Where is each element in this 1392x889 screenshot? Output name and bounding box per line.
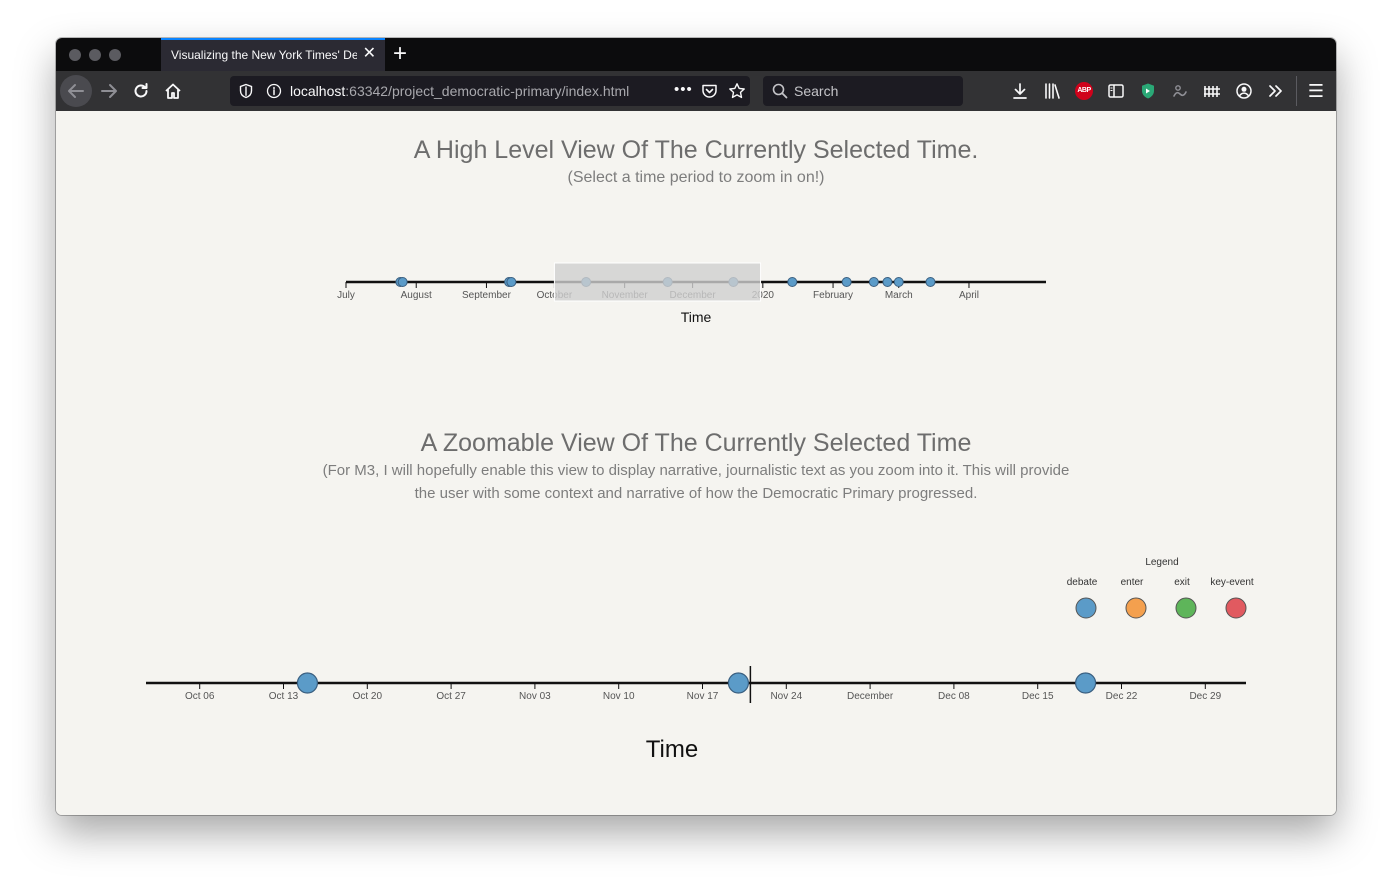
overview-tick-label: August	[401, 290, 432, 301]
legend: Legend debate enter exit key-event	[1067, 557, 1254, 619]
overview-event-point	[506, 277, 517, 287]
search-icon	[772, 83, 788, 99]
page-actions-button[interactable]: •••	[674, 81, 693, 98]
legend-item-swatch	[1125, 597, 1147, 619]
url-path: :63342/project_democratic-primary/index.…	[345, 83, 630, 99]
zoom-tick-label: Nov 17	[687, 691, 719, 702]
zoom-tick-label: Oct 27	[436, 691, 466, 702]
overview-event-point	[868, 277, 879, 287]
overview-event-point	[787, 277, 798, 287]
pocket-icon[interactable]	[701, 83, 718, 99]
new-tab-button[interactable]: +	[393, 41, 407, 67]
adblock-plus-icon[interactable]: ABP	[1075, 82, 1093, 100]
overview-tick-label: March	[885, 290, 913, 301]
url-host: localhost	[290, 83, 346, 99]
overview-event-point	[893, 277, 904, 287]
reload-icon	[134, 83, 148, 98]
zoom-title: A Zoomable View Of The Currently Selecte…	[420, 429, 972, 457]
zoom-tick-label: December	[847, 691, 894, 702]
legend-item-swatch	[1075, 597, 1097, 619]
zoom-event-point[interactable]	[296, 672, 319, 694]
navigation-toolbar: localhost:63342/project_democratic-prima…	[56, 71, 1336, 111]
library-icon[interactable]	[1043, 82, 1061, 100]
home-button[interactable]	[163, 81, 183, 101]
zoom-tick-label: Oct 13	[269, 691, 299, 702]
zoom-window-button[interactable]	[109, 49, 121, 61]
legend-item-swatch	[1225, 597, 1247, 619]
active-tab[interactable]: Visualizing the New York Times' Democrat…	[161, 38, 385, 71]
zoom-tick-label: Nov 03	[519, 691, 551, 702]
tracker-blocker-icon[interactable]	[1203, 82, 1221, 100]
url-text[interactable]: localhost:63342/project_democratic-prima…	[290, 83, 660, 99]
legend-item-label: key-event	[1210, 577, 1254, 588]
overview-tick-label: April	[959, 290, 979, 301]
forward-arrow-icon	[101, 84, 117, 98]
close-window-button[interactable]	[69, 49, 81, 61]
overview-subtitle: (Select a time period to zoom in on!)	[567, 169, 825, 186]
overview-x-axis-label: Time	[681, 309, 712, 325]
tab-title: Visualizing the New York Times' Democrat…	[171, 48, 357, 62]
overview-timeline-chart[interactable]: JulyAugustSeptemberOctoberNovemberDecemb…	[56, 251, 1336, 331]
zoom-tick-label: Oct 06	[185, 691, 215, 702]
back-arrow-icon	[68, 84, 84, 98]
zoom-event-point[interactable]	[1074, 672, 1097, 694]
back-button[interactable]	[60, 75, 92, 107]
zoom-event-point[interactable]	[727, 672, 750, 694]
url-bar[interactable]: localhost:63342/project_democratic-prima…	[230, 76, 750, 106]
privacy-badger-icon[interactable]	[1139, 82, 1157, 100]
zoom-tick-label: Nov 10	[603, 691, 635, 702]
overview-tick-label: July	[337, 290, 355, 301]
extension-icon[interactable]	[1171, 82, 1189, 100]
zoom-timeline-chart[interactable]: Oct 06 Oct 13 Oct 20 Oct 27 Nov 03 Nov 10 Nov …	[56, 666, 1336, 786]
account-icon[interactable]	[1235, 82, 1253, 100]
menu-button[interactable]: ☰	[1306, 81, 1326, 101]
overview-title: A High Level View Of The Currently Selec…	[413, 136, 979, 164]
site-info-icon[interactable]	[266, 83, 282, 99]
page-content: A High Level View Of The Currently Selec…	[56, 111, 1336, 815]
zoom-tick-label: Dec 29	[1189, 691, 1221, 702]
zoom-tick-label: Nov 24	[770, 691, 802, 702]
overview-event-point	[882, 277, 893, 287]
tab-close-icon[interactable]: ✕	[363, 45, 376, 63]
bookmark-star-icon[interactable]	[728, 82, 746, 100]
zoom-tick-label: Dec 08	[938, 691, 970, 702]
browser-window: Visualizing the New York Times' Democrat…	[56, 38, 1336, 815]
overview-event-point	[925, 277, 936, 287]
zoom-tick-label: Oct 20	[353, 691, 383, 702]
zoom-description: (For M3, I will hopefully enable this vi…	[322, 462, 1070, 502]
zoom-x-axis-label: Time	[646, 736, 698, 763]
tab-bar: Visualizing the New York Times' Democrat…	[56, 38, 1336, 71]
forward-button[interactable]	[99, 81, 119, 101]
search-bar[interactable]: Search	[763, 76, 963, 106]
sidebar-icon[interactable]	[1107, 82, 1125, 100]
reload-button[interactable]	[131, 81, 151, 101]
search-input[interactable]: Search	[794, 83, 838, 99]
overview-event-point	[397, 277, 408, 287]
toolbar-separator	[1296, 76, 1297, 106]
legend-item-label: debate	[1067, 577, 1098, 588]
tracking-protection-shield-icon[interactable]	[238, 83, 254, 99]
home-icon	[165, 83, 181, 99]
overview-event-point	[841, 277, 852, 287]
zoom-tick-label: Dec 22	[1106, 691, 1138, 702]
minimize-window-button[interactable]	[89, 49, 101, 61]
overflow-chevron-icon[interactable]	[1267, 82, 1285, 100]
legend-item-label: exit	[1174, 577, 1190, 588]
legend-title: Legend	[1145, 557, 1178, 568]
overview-selection-brush[interactable]	[553, 262, 762, 302]
overview-tick-label: February	[813, 290, 853, 301]
overview-tick-label: September	[462, 290, 512, 301]
legend-item-swatch	[1175, 597, 1197, 619]
downloads-icon[interactable]	[1011, 82, 1029, 100]
zoom-tick-label: Dec 15	[1022, 691, 1054, 702]
legend-item-label: enter	[1121, 577, 1144, 588]
